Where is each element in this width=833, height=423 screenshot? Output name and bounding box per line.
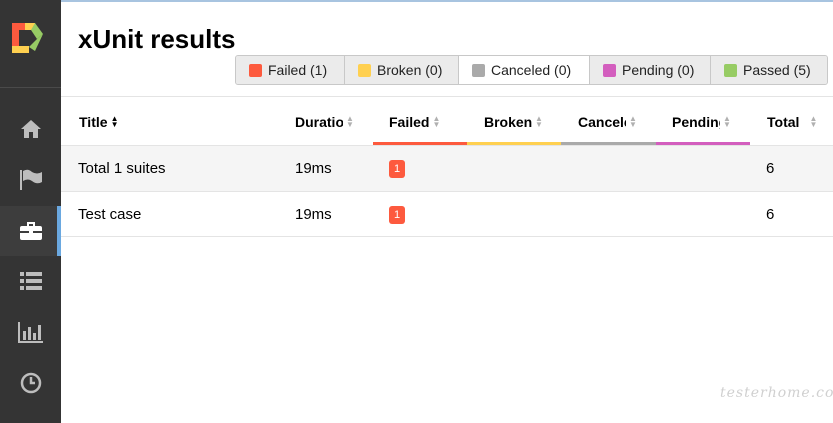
pending-swatch-icon (603, 63, 616, 77)
status-filter-group: Failed (1) Broken (0) Canceled (0) Pendi… (235, 55, 828, 85)
failed-count-badge: 1 (389, 205, 406, 224)
column-header-broken[interactable]: Broken ▲ ▼ (484, 98, 562, 145)
sort-icon: ▲ ▼ (629, 113, 637, 129)
filter-pending-button[interactable]: Pending (0) (590, 56, 711, 84)
filter-broken-button[interactable]: Broken (0) (345, 56, 459, 84)
list-icon (19, 272, 42, 290)
sidebar-item-overview[interactable] (0, 104, 61, 154)
row-total: 6 (766, 160, 775, 177)
sidebar-item-suites[interactable] (0, 206, 61, 256)
table-row[interactable]: Total 1 suites 19ms 1 6 (61, 145, 833, 191)
bar-chart-icon (17, 322, 43, 343)
sidebar-item-categories[interactable] (0, 155, 61, 205)
filter-label: Canceled (0) (491, 62, 572, 78)
sidebar-item-graphs[interactable] (0, 307, 61, 357)
sidebar-item-behaviors[interactable] (0, 256, 61, 306)
row-title: Test case (78, 206, 142, 223)
sort-icon: ▲ ▼ (535, 113, 543, 129)
table-row[interactable]: Test case 19ms 1 6 (61, 191, 833, 237)
column-header-pending[interactable]: Pending ▲▼ (672, 98, 750, 145)
sort-icon: ▲ ▼ (346, 113, 354, 129)
failed-count-badge: 1 (389, 159, 406, 178)
sidebar (0, 0, 61, 423)
filter-canceled-button[interactable]: Canceled (0) (459, 56, 590, 84)
briefcase-icon (19, 222, 42, 240)
sort-icon: ▲ ▼ (809, 113, 818, 129)
filter-label: Failed (1) (268, 62, 328, 78)
window-top-border (0, 0, 833, 2)
filter-failed-button[interactable]: Failed (1) (236, 56, 345, 84)
filter-label: Pending (0) (622, 62, 695, 78)
row-total: 6 (766, 206, 775, 223)
broken-swatch-icon (358, 63, 371, 77)
failed-swatch-icon (249, 63, 262, 77)
allure-logo-icon (12, 23, 43, 53)
canceled-swatch-icon (472, 63, 485, 77)
column-header-canceled[interactable]: Canceled ▲▼ (578, 98, 656, 145)
row-duration: 19ms (295, 160, 332, 177)
column-header-total[interactable]: Total ▲ ▼ (767, 98, 827, 145)
filter-passed-button[interactable]: Passed (5) (711, 56, 827, 84)
row-title: Total 1 suites (78, 160, 166, 177)
sort-icon: ▲ ▼ (110, 113, 119, 129)
filter-label: Broken (0) (377, 62, 443, 78)
logo[interactable] (0, 0, 61, 88)
watermark: testerhome.com (720, 385, 833, 401)
sort-icon: ▲ ▼ (432, 113, 441, 129)
sort-icon: ▲ ▼ (723, 113, 731, 129)
flag-icon (19, 169, 42, 190)
row-duration: 19ms (295, 206, 332, 223)
header-divider (61, 96, 833, 97)
page-title: xUnit results (78, 24, 236, 54)
passed-swatch-icon (724, 63, 737, 77)
column-header-failed[interactable]: Failed ▲ ▼ (389, 98, 467, 145)
column-header-duration[interactable]: Duration ▲▼ (295, 98, 363, 145)
clock-icon (20, 372, 41, 394)
row-failed-cell: 1 (389, 192, 406, 237)
sidebar-item-timeline[interactable] (0, 358, 61, 408)
filter-label: Passed (5) (743, 62, 811, 78)
column-header-title[interactable]: Title ▲ ▼ (79, 98, 279, 145)
home-icon (20, 120, 41, 138)
row-failed-cell: 1 (389, 146, 406, 191)
